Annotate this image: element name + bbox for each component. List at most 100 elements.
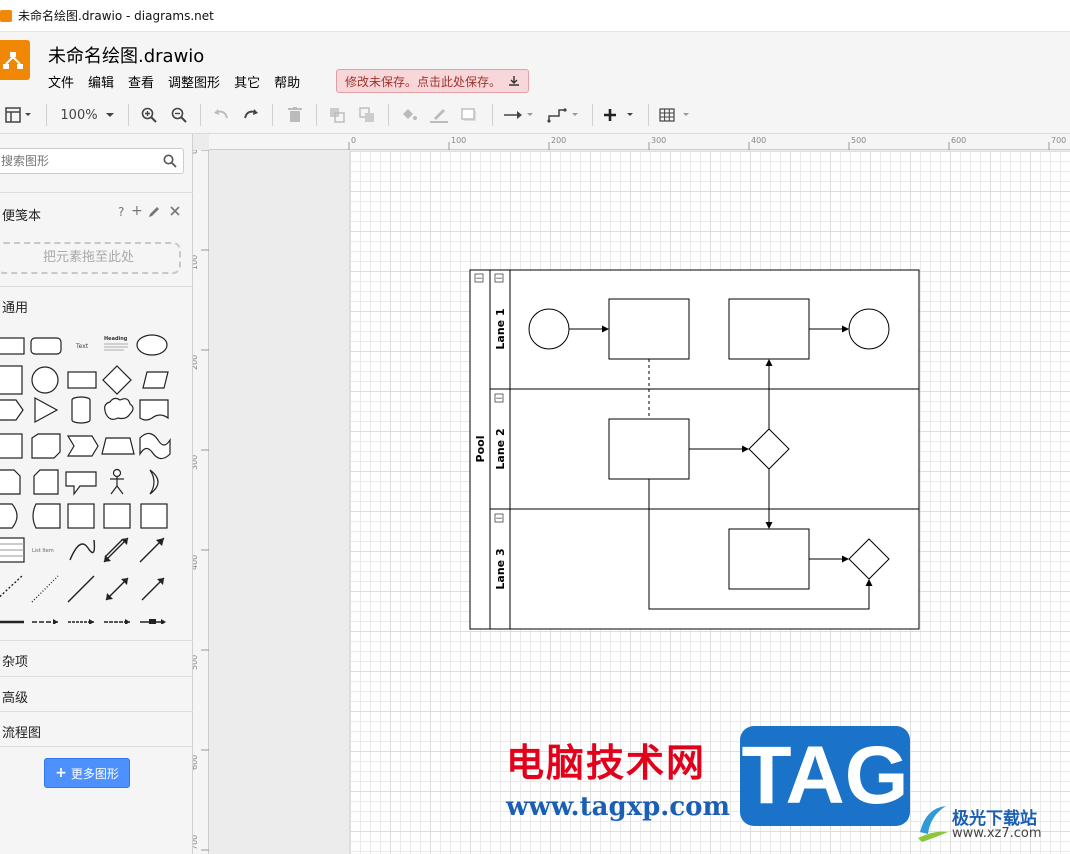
insert-dropdown[interactable] (602, 102, 638, 128)
plus-icon (604, 109, 633, 121)
shape-triangle (34, 396, 59, 424)
lane3-task[interactable] (728, 528, 810, 590)
menu-arrange[interactable]: 调整图形 (168, 72, 220, 91)
shape-rounded-rectangle (30, 337, 62, 355)
zoom-out-icon (171, 107, 187, 123)
shape-rectangle (0, 337, 25, 355)
format-panel-toggle-button[interactable] (2, 102, 36, 128)
pencil-icon (430, 109, 448, 123)
to-front-icon (330, 108, 345, 123)
paint-bucket-icon (403, 109, 417, 120)
shape-sidebar: 便笺本 ? + 把元素拖至此处 通用 (0, 134, 193, 854)
zoom-dropdown[interactable]: 100% (58, 102, 118, 128)
menu-extras[interactable]: 其它 (234, 72, 260, 91)
lane3-label[interactable]: Lane 3 (494, 548, 507, 589)
watermark-url: www.tagxp.com (506, 792, 731, 822)
scratchpad-add-button[interactable]: + (131, 203, 143, 219)
plus-icon: + (55, 765, 67, 781)
shape-circle (31, 366, 59, 394)
search-icon[interactable] (163, 154, 177, 168)
shadow-button[interactable] (458, 102, 480, 128)
shape-callout (65, 471, 97, 496)
pool-label[interactable]: Pool (474, 436, 487, 463)
misc-label: 杂项 (2, 655, 29, 670)
zoom-out-button[interactable] (168, 102, 190, 128)
shape-textbox-lines (104, 343, 128, 351)
watermark-site-url: www.xz7.com (952, 826, 1042, 841)
scratchpad-drop-zone[interactable]: 把元素拖至此处 (0, 242, 181, 274)
shape-frame (103, 503, 131, 529)
menu-file[interactable]: 文件 (48, 72, 74, 91)
to-back-button[interactable] (356, 102, 378, 128)
misc-section-header[interactable]: 杂项 (0, 640, 193, 676)
waypoint-icon (547, 108, 578, 123)
shape-search-input[interactable] (0, 149, 157, 173)
to-front-button[interactable] (326, 102, 348, 128)
line-color-button[interactable] (428, 102, 450, 128)
waypoint-style-dropdown[interactable] (546, 102, 582, 128)
general-label: 通用 (2, 301, 29, 316)
menu-bar: 文件 编辑 查看 调整图形 其它 帮助 (48, 72, 314, 91)
shape-document (139, 399, 169, 421)
general-shape-palette[interactable]: Text Heading List Item (0, 324, 193, 624)
shape-cylinder (71, 396, 91, 424)
shape-text-sample: Text (75, 343, 89, 350)
lane2-label[interactable]: Lane 2 (494, 428, 507, 469)
aurora-logo-icon (918, 806, 948, 842)
zoom-in-icon (141, 107, 157, 123)
table-dropdown[interactable] (658, 102, 694, 128)
flowchart-section-header[interactable]: 流程图 (0, 711, 193, 747)
undo-button[interactable] (210, 102, 232, 128)
shape-pool (140, 503, 168, 529)
shape-search-box (0, 148, 184, 174)
delete-button[interactable] (284, 102, 306, 128)
watermark-cn-text: 电脑技术网 (506, 741, 707, 785)
shape-container (67, 503, 95, 529)
lane1-label[interactable]: Lane 1 (494, 308, 507, 349)
watermark-tag-logo: TAG (740, 726, 910, 826)
shape-cloud (104, 397, 134, 420)
lane1-collapse-glyph: − (495, 274, 503, 284)
advanced-label: 高级 (2, 691, 29, 706)
shape-note (0, 469, 21, 495)
toolbar: 100% (0, 96, 1070, 134)
scratchpad-help-button[interactable]: ? (118, 205, 124, 219)
flowchart-label: 流程图 (2, 726, 42, 741)
document-name[interactable]: 未命名绘图.drawio (48, 42, 204, 68)
more-shapes-button[interactable]: + 更多图形 (44, 758, 130, 788)
shape-parallelogram (142, 371, 169, 389)
zoom-level: 100% (60, 107, 98, 123)
lane1-task-2[interactable] (728, 298, 810, 360)
end-event-node[interactable] (848, 308, 890, 350)
lane2-task[interactable] (608, 418, 690, 480)
shape-step (66, 435, 99, 457)
menu-edit[interactable]: 编辑 (88, 72, 114, 91)
shape-heading-sample: Heading (104, 336, 128, 342)
start-event-node[interactable] (528, 308, 570, 350)
lane2-collapse-glyph: − (495, 394, 503, 404)
shape-card (33, 469, 59, 495)
menu-help[interactable]: 帮助 (274, 72, 300, 91)
shape-arrowheads (53, 538, 166, 624)
shape-trapezoid (101, 437, 135, 455)
shape-cube (31, 433, 61, 459)
window-title: 未命名绘图.drawio - diagrams.net (18, 9, 214, 23)
lane1-task-1[interactable] (608, 298, 690, 360)
redo-button[interactable] (240, 102, 262, 128)
download-icon (509, 76, 519, 86)
connection-style-dropdown[interactable] (502, 102, 538, 128)
shape-process (67, 371, 97, 389)
scratchpad-label[interactable]: 便笺本 (2, 205, 41, 224)
shape-tape (139, 432, 171, 460)
trash-icon (288, 107, 302, 122)
fill-color-button[interactable] (398, 102, 420, 128)
close-icon[interactable] (170, 206, 180, 216)
window-titlebar: 未命名绘图.drawio - diagrams.net (0, 0, 1070, 32)
advanced-section-header[interactable]: 高级 (0, 676, 193, 712)
general-section-header[interactable]: 通用 (0, 286, 193, 322)
menu-view[interactable]: 查看 (128, 72, 154, 91)
unsaved-changes-button[interactable]: 修改未保存。点击此处保存。 (336, 69, 529, 93)
edit-pencil-icon[interactable] (148, 206, 160, 218)
shape-delay (0, 503, 18, 529)
zoom-in-button[interactable] (138, 102, 160, 128)
